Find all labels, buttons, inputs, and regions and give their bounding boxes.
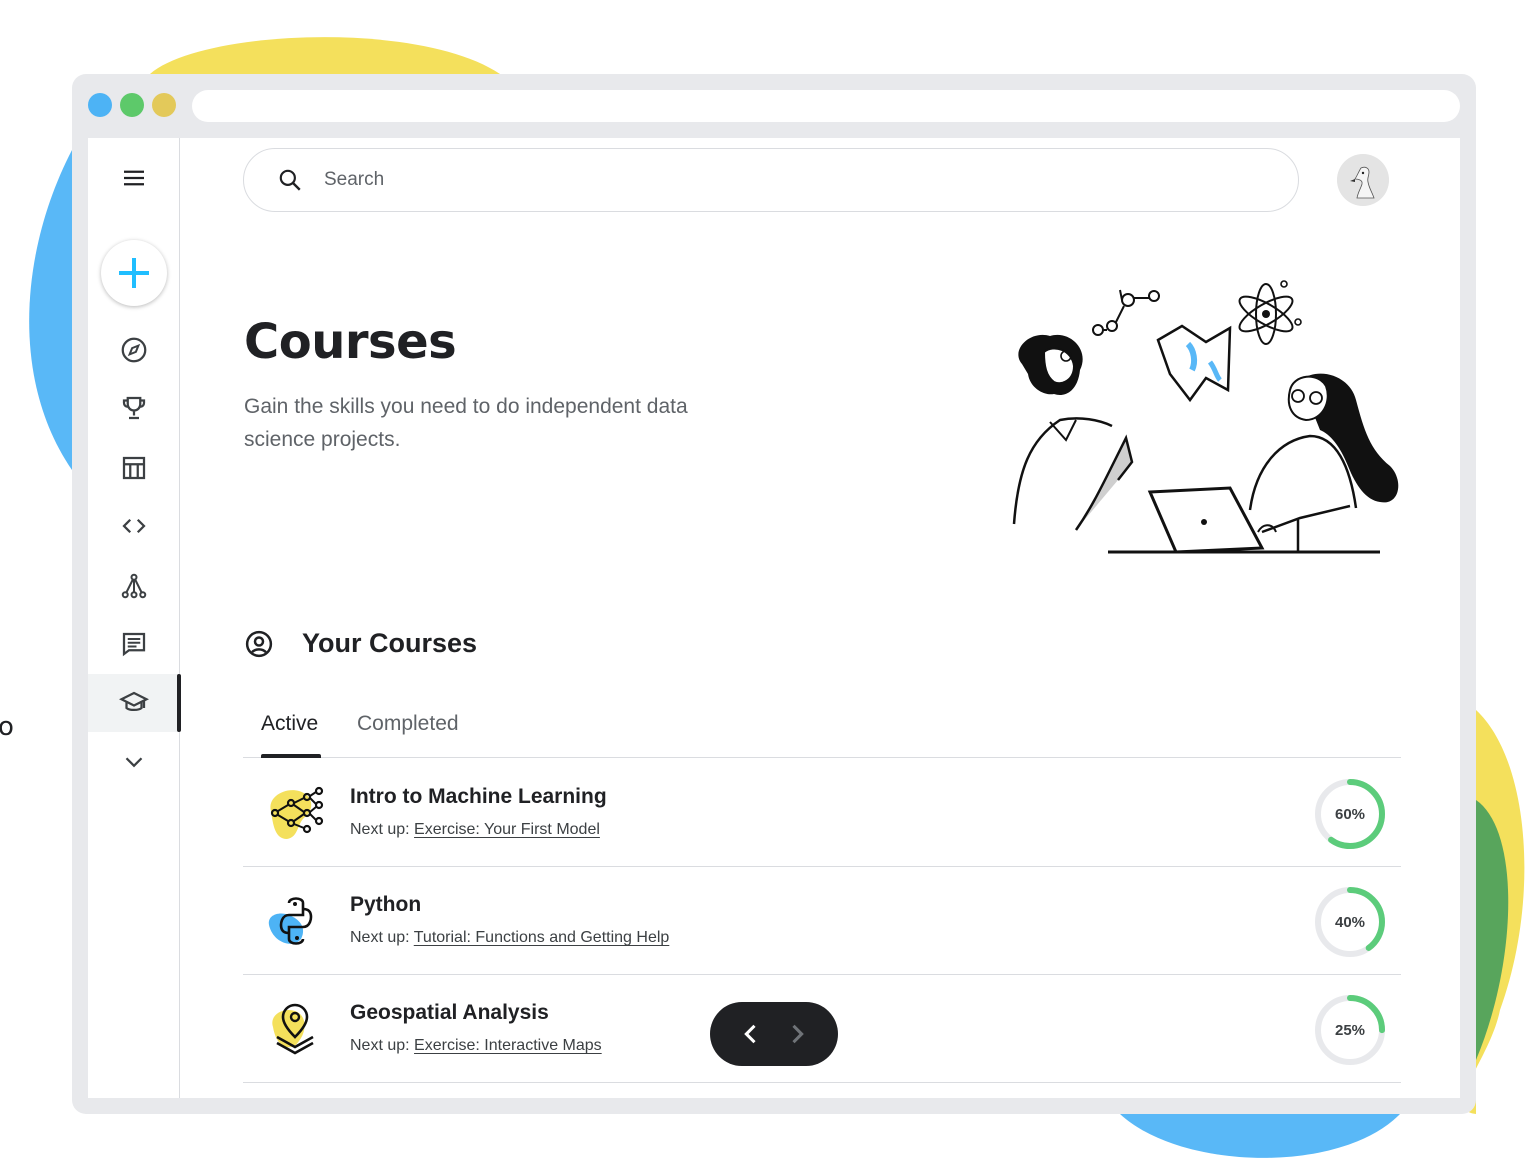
search-icon [276, 166, 304, 194]
sidebar-more-button[interactable] [88, 742, 180, 782]
search-bar[interactable] [243, 148, 1299, 212]
app-content: Courses Gain the skills you need to do i… [88, 138, 1460, 1098]
search-input[interactable] [324, 169, 1224, 191]
plus-icon [119, 258, 149, 288]
stray-text: o [0, 712, 14, 742]
chevron-left-icon [744, 1024, 756, 1044]
machine-learning-icon [270, 786, 324, 839]
discussion-icon [122, 632, 146, 657]
goose-avatar-icon [1337, 154, 1389, 206]
course-next-up: Next up: Exercise: Interactive Maps [350, 1037, 602, 1055]
user-circle-icon [245, 630, 273, 657]
tab-active[interactable]: Active [261, 712, 318, 736]
hamburger-menu-icon [124, 170, 144, 186]
progress-ring: 25% [1313, 993, 1387, 1067]
section-title: Your Courses [302, 628, 478, 658]
next-up-prefix: Next up: [350, 821, 410, 838]
progress-label: 25% [1334, 1021, 1366, 1039]
avatar[interactable] [1337, 154, 1389, 206]
course-row-ml[interactable]: Intro to Machine Learning Next up: Exerc… [243, 759, 1401, 867]
next-up-prefix: Next up: [350, 929, 410, 946]
tab-indicator [261, 754, 321, 758]
table-icon [122, 456, 146, 480]
window-dot-green[interactable] [120, 93, 144, 117]
window-controls [88, 93, 176, 117]
next-button[interactable] [779, 1016, 815, 1052]
window-dot-yellow[interactable] [152, 93, 176, 117]
page-title: Courses [244, 314, 457, 370]
address-bar[interactable] [192, 90, 1460, 122]
browser-window: Courses Gain the skills you need to do i… [72, 74, 1476, 1114]
chevron-down-icon [125, 757, 143, 768]
course-next-up: Next up: Exercise: Your First Model [350, 821, 600, 839]
model-network-icon [121, 573, 147, 599]
progress-label: 60% [1334, 805, 1366, 823]
tab-completed[interactable]: Completed [357, 712, 459, 736]
progress-ring: 60% [1313, 777, 1387, 851]
sidebar-item-discussions[interactable] [88, 624, 180, 664]
trophy-icon [122, 396, 146, 420]
python-icon [268, 897, 313, 945]
chevron-right-icon [792, 1024, 804, 1044]
progress-ring: 40% [1313, 885, 1387, 959]
next-up-link[interactable]: Exercise: Interactive Maps [414, 1037, 602, 1054]
menu-button[interactable] [88, 158, 180, 198]
graduation-cap-icon [119, 691, 149, 711]
sidebar-item-code[interactable] [88, 506, 180, 546]
course-title[interactable]: Python [350, 893, 421, 917]
course-row-python[interactable]: Python Next up: Tutorial: Functions and … [243, 867, 1401, 975]
course-title[interactable]: Intro to Machine Learning [350, 785, 607, 809]
create-button[interactable] [101, 240, 167, 306]
next-up-link[interactable]: Tutorial: Functions and Getting Help [414, 929, 670, 946]
your-courses-header: Your Courses [244, 628, 477, 659]
progress-label: 40% [1334, 913, 1366, 931]
next-up-link[interactable]: Exercise: Your First Model [414, 821, 600, 838]
sidebar-item-explore[interactable] [88, 330, 180, 370]
code-icon [122, 518, 146, 534]
previous-button[interactable] [733, 1016, 769, 1052]
window-dot-blue[interactable] [88, 93, 112, 117]
course-title[interactable]: Geospatial Analysis [350, 1001, 549, 1025]
sidebar-item-competitions[interactable] [88, 388, 180, 428]
location-pin-icon [272, 1003, 314, 1055]
course-tabs: Active Completed [243, 698, 1401, 758]
sidebar [88, 138, 181, 1098]
sidebar-item-datasets[interactable] [88, 448, 180, 488]
sidebar-item-models[interactable] [88, 566, 180, 606]
sidebar-item-learn[interactable] [88, 674, 181, 732]
next-up-prefix: Next up: [350, 1037, 410, 1054]
compass-icon [121, 337, 147, 363]
carousel-pager [710, 1002, 838, 1066]
hero-illustration [1012, 280, 1399, 554]
course-next-up: Next up: Tutorial: Functions and Getting… [350, 929, 669, 947]
page-description: Gain the skills you need to do independe… [244, 395, 688, 451]
